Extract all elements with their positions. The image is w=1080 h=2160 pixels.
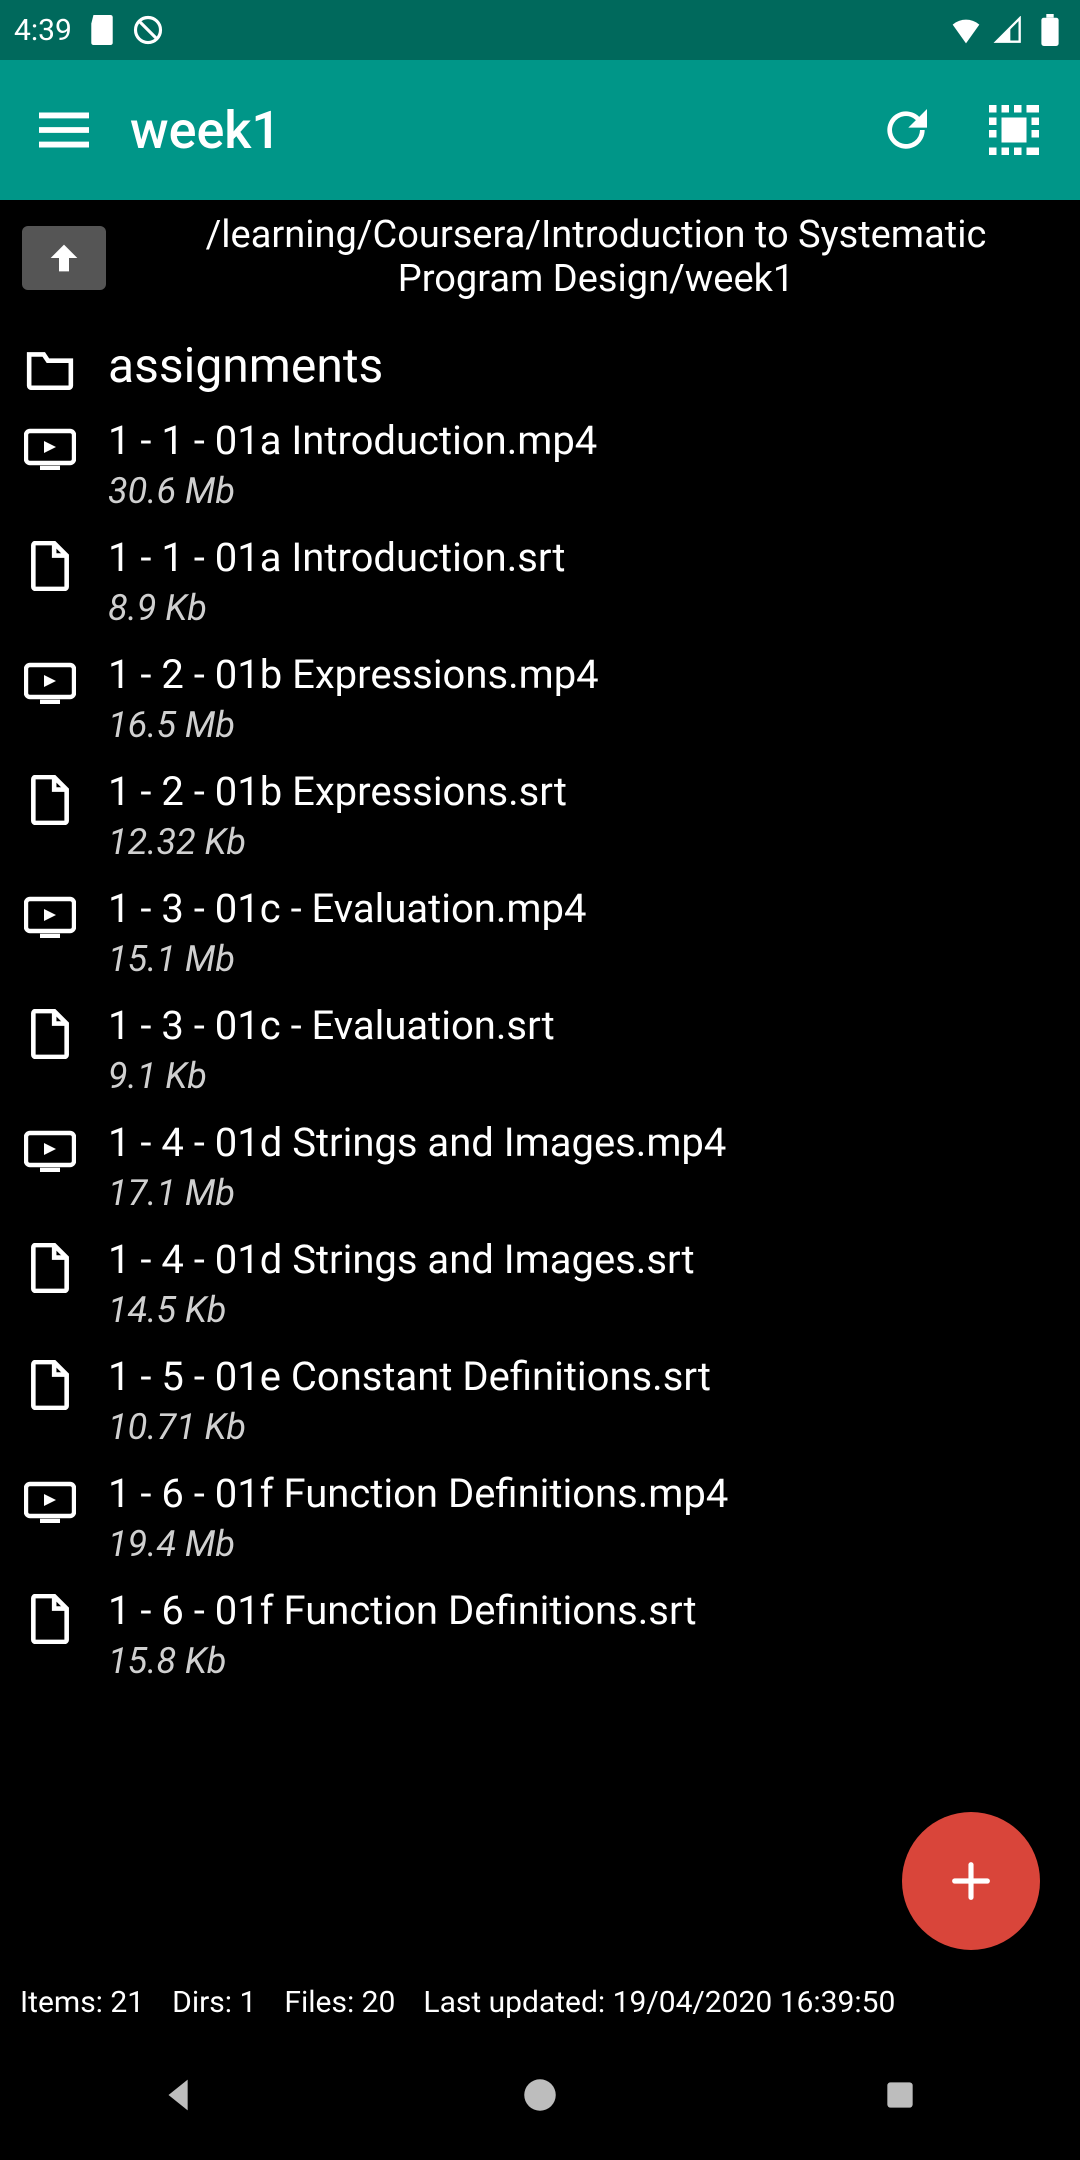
file-name: 1 - 6 - 01f Function Definitions.srt — [108, 1587, 697, 1634]
file-name: 1 - 2 - 01b Expressions.mp4 — [108, 651, 599, 698]
file-row[interactable]: 1 - 1 - 01a Introduction.srt 8.9 Kb — [24, 512, 1056, 629]
file-size: 15.8 Kb — [108, 1640, 697, 1682]
folder-icon — [24, 343, 76, 395]
folder-row[interactable]: assignments — [24, 315, 1056, 395]
file-size: 30.6 Mb — [108, 470, 597, 512]
file-icon — [24, 1242, 76, 1294]
file-icon — [24, 1359, 76, 1411]
refresh-button[interactable] — [858, 82, 954, 178]
app-bar: week1 — [0, 60, 1080, 200]
file-name: 1 - 4 - 01d Strings and Images.srt — [108, 1236, 695, 1283]
folder-name: assignments — [108, 337, 383, 394]
file-size: 10.71 Kb — [108, 1406, 711, 1448]
menu-button[interactable] — [18, 84, 110, 176]
file-name: 1 - 1 - 01a Introduction.srt — [108, 534, 566, 581]
dnd-icon — [132, 14, 164, 46]
file-size: 14.5 Kb — [108, 1289, 695, 1331]
page-title: week1 — [130, 100, 846, 161]
breadcrumb-row: /learning/Coursera/Introduction to Syste… — [0, 200, 1080, 315]
video-icon — [24, 657, 76, 709]
file-row[interactable]: 1 - 1 - 01a Introduction.mp4 30.6 Mb — [24, 395, 1056, 512]
footer-files: Files: 20 — [284, 1985, 395, 2020]
file-name: 1 - 5 - 01e Constant Definitions.srt — [108, 1353, 711, 1400]
file-row[interactable]: 1 - 4 - 01d Strings and Images.srt 14.5 K… — [24, 1214, 1056, 1331]
file-name: 1 - 3 - 01c - Evaluation.mp4 — [108, 885, 586, 932]
file-name: 1 - 6 - 01f Function Definitions.mp4 — [108, 1470, 728, 1517]
sd-card-icon — [86, 14, 118, 46]
signal-icon — [992, 14, 1024, 46]
nav-home-button[interactable] — [510, 2065, 570, 2125]
file-row[interactable]: 1 - 3 - 01c - Evaluation.mp4 15.1 Mb — [24, 863, 1056, 980]
file-name: 1 - 2 - 01b Expressions.srt — [108, 768, 567, 815]
file-icon — [24, 1593, 76, 1645]
status-time: 4:39 — [14, 13, 72, 48]
battery-icon — [1034, 14, 1066, 46]
status-bar: 4:39 — [0, 0, 1080, 60]
file-size: 15.1 Mb — [108, 938, 586, 980]
file-size: 17.1 Mb — [108, 1172, 726, 1214]
file-icon — [24, 540, 76, 592]
file-size: 16.5 Mb — [108, 704, 599, 746]
select-all-button[interactable] — [966, 82, 1062, 178]
file-size: 19.4 Mb — [108, 1523, 728, 1565]
file-name: 1 - 3 - 01c - Evaluation.srt — [108, 1002, 555, 1049]
file-row[interactable]: 1 - 2 - 01b Expressions.srt 12.32 Kb — [24, 746, 1056, 863]
file-row[interactable]: 1 - 4 - 01d Strings and Images.mp4 17.1 M… — [24, 1097, 1056, 1214]
file-icon — [24, 1008, 76, 1060]
video-icon — [24, 891, 76, 943]
file-row[interactable]: 1 - 6 - 01f Function Definitions.srt 15.8… — [24, 1565, 1056, 1682]
footer-dirs: Dirs: 1 — [172, 1985, 256, 2020]
file-name: 1 - 4 - 01d Strings and Images.mp4 — [108, 1119, 726, 1166]
file-row[interactable]: 1 - 6 - 01f Function Definitions.mp4 19.4… — [24, 1448, 1056, 1565]
file-size: 9.1 Kb — [108, 1055, 555, 1097]
file-row[interactable]: 1 - 3 - 01c - Evaluation.srt 9.1 Kb — [24, 980, 1056, 1097]
footer-items: Items: 21 — [20, 1985, 144, 2020]
footer-updated: Last updated: 19/04/2020 16:39:50 — [423, 1985, 895, 2020]
file-size: 8.9 Kb — [108, 587, 566, 629]
status-footer: Items: 21 Dirs: 1 Files: 20 Last updated… — [0, 1971, 1080, 2030]
video-icon — [24, 1125, 76, 1177]
up-button[interactable] — [22, 226, 106, 290]
file-icon — [24, 774, 76, 826]
nav-recent-button[interactable] — [870, 2065, 930, 2125]
file-name: 1 - 1 - 01a Introduction.mp4 — [108, 417, 597, 464]
wifi-icon — [950, 14, 982, 46]
file-row[interactable]: 1 - 2 - 01b Expressions.mp4 16.5 Mb — [24, 629, 1056, 746]
file-row[interactable]: 1 - 5 - 01e Constant Definitions.srt 10.7… — [24, 1331, 1056, 1448]
nav-bar — [0, 2030, 1080, 2160]
breadcrumb[interactable]: /learning/Coursera/Introduction to Syste… — [132, 214, 1060, 301]
file-size: 12.32 Kb — [108, 821, 567, 863]
video-icon — [24, 423, 76, 475]
video-icon — [24, 1476, 76, 1528]
nav-back-button[interactable] — [150, 2065, 210, 2125]
file-list[interactable]: assignments 1 - 1 - 01a Introduction.mp4… — [0, 315, 1080, 1971]
add-fab[interactable] — [902, 1812, 1040, 1950]
